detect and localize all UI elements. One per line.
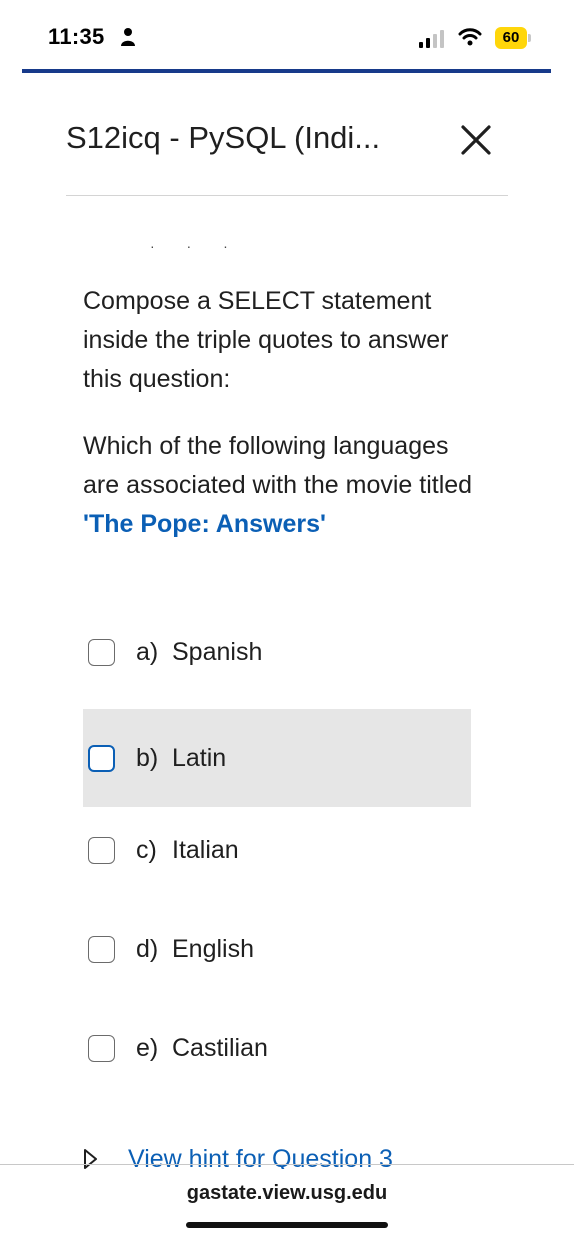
option-d[interactable]: d) English [83, 900, 471, 998]
page-title: S12icq - PySQL (Indi... [66, 120, 381, 155]
option-letter: a) [136, 637, 159, 666]
top-divider [22, 69, 551, 73]
movie-title: 'The Pope: Answers' [83, 510, 326, 538]
option-label: Latin [172, 743, 227, 772]
option-letter: d) [136, 934, 159, 963]
battery-level: 60 [495, 27, 527, 49]
option-b[interactable]: b) Latin [83, 709, 471, 807]
checkbox-d[interactable] [88, 935, 115, 963]
option-c[interactable]: c) Italian [83, 801, 471, 899]
question-prompt: Which of the following languages are ass… [83, 427, 483, 544]
option-e[interactable]: e) Castilian [83, 999, 471, 1097]
checkbox-a[interactable] [88, 638, 115, 666]
status-time: 11:35 [48, 24, 105, 49]
battery-icon: 60 [495, 27, 531, 49]
hint-toggle[interactable]: View hint for Question 3 [83, 1145, 483, 1169]
option-letter: e) [136, 1033, 159, 1062]
option-label: Castilian [172, 1033, 268, 1062]
checkbox-c[interactable] [88, 836, 115, 864]
close-button[interactable] [454, 118, 498, 162]
status-bar: 11:35 60 [0, 0, 574, 70]
scroll-indicator: · · · [150, 238, 242, 254]
toolbar-divider [0, 1164, 574, 1165]
wifi-icon [458, 28, 482, 46]
option-label: Italian [172, 835, 239, 864]
option-label: Spanish [172, 637, 263, 666]
option-letter: c) [136, 835, 157, 864]
option-letter: b) [136, 743, 159, 772]
browser-url[interactable]: gastate.view.usg.edu [0, 1182, 574, 1205]
question-intro: Compose a SELECT statement inside the tr… [83, 287, 449, 393]
option-a[interactable]: a) Spanish [83, 603, 471, 701]
home-indicator[interactable] [186, 1222, 388, 1228]
cellular-signal-icon [419, 30, 444, 48]
person-icon [121, 28, 135, 46]
disclosure-triangle-icon [84, 1149, 97, 1169]
checkbox-e[interactable] [88, 1034, 115, 1062]
header-divider [66, 195, 508, 196]
close-icon [461, 125, 491, 155]
hint-link[interactable]: View hint for Question 3 [128, 1145, 393, 1169]
question-prompt-text: Which of the following languages are ass… [83, 432, 473, 499]
option-label: English [172, 934, 254, 963]
checkbox-b[interactable] [88, 744, 115, 772]
question-text: Compose a SELECT statement inside the tr… [83, 282, 483, 572]
